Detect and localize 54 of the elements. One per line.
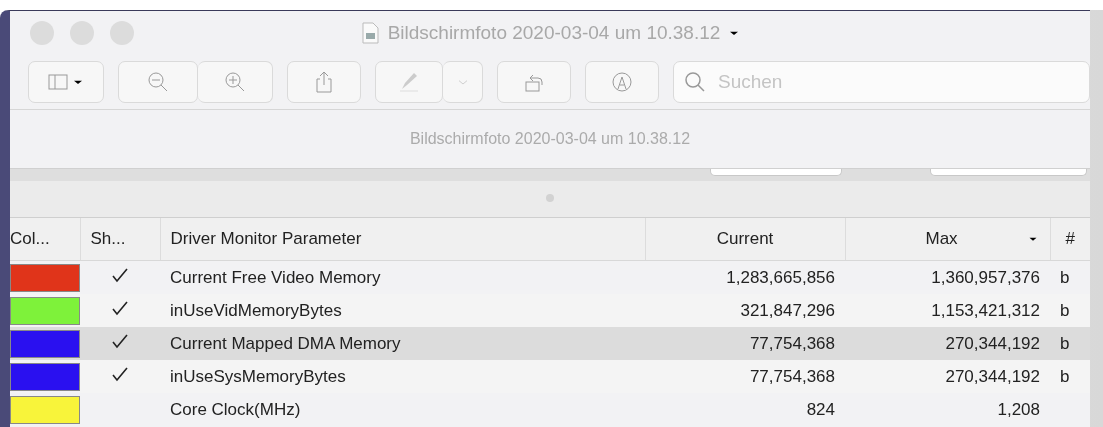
table-cell-text: 1,208 <box>996 398 1041 421</box>
document-title: Bildschirmfoto 2020-03-04 um 10.38.12 <box>409 130 691 148</box>
pen-tip-icon <box>610 70 634 94</box>
color-swatch[interactable] <box>10 296 80 325</box>
unit-label: b <box>1060 300 1070 320</box>
table-row[interactable]: inUseSysMemoryBytes 77,754,368 270,344,192 b <box>10 360 1090 393</box>
zoom-out-icon <box>146 70 170 94</box>
zoom-in-icon <box>223 70 247 94</box>
unit-label: b <box>1060 333 1070 353</box>
column-header[interactable]: Max <box>845 218 1050 261</box>
column-header[interactable]: Sh... <box>80 218 160 261</box>
unit-label: b <box>1060 267 1070 287</box>
table-cell: Current Free Video Memory <box>160 260 645 294</box>
column-header[interactable]: # <box>1050 218 1090 261</box>
check-icon[interactable] <box>111 366 129 382</box>
color-swatch[interactable] <box>10 362 80 391</box>
table-row[interactable]: Current Mapped DMA Memory 77,754,368 270,344,192 b <box>10 327 1090 360</box>
search-icon <box>683 70 707 94</box>
color-swatch[interactable] <box>10 329 80 358</box>
check-icon[interactable] <box>111 267 129 283</box>
check-icon[interactable] <box>111 333 129 349</box>
share-button[interactable] <box>287 61 361 103</box>
partial-button[interactable] <box>930 169 1087 176</box>
rotate-button[interactable] <box>497 61 571 103</box>
unit-label: b <box>1060 366 1070 386</box>
sidebar-button[interactable] <box>28 61 104 103</box>
column-header[interactable]: Current <box>645 218 845 261</box>
check-icon[interactable] <box>111 300 129 316</box>
table-row[interactable]: Core Clock(MHz) 824 1,208 <box>10 393 1090 426</box>
zoom-out-button[interactable] <box>118 61 198 103</box>
table-row[interactable]: Current Free Video Memory 1,283,665,856 1,360,957,376 b <box>10 260 1090 294</box>
table-cell: Current Mapped DMA Memory <box>160 327 645 360</box>
table-cell: 1,360,957,376 <box>845 260 1050 294</box>
partial-button[interactable] <box>710 169 842 176</box>
table-row[interactable]: inUseVidMemoryBytes 321,847,296 1,153,421,312 b <box>10 294 1090 327</box>
markup-menu-button[interactable] <box>443 61 483 103</box>
table-cell: 1,283,665,856 <box>645 260 845 294</box>
column-header[interactable]: Driver Monitor Parameter <box>160 218 645 261</box>
table-cell: 77,754,368 <box>645 327 845 360</box>
table-cell-text: 824 <box>805 398 836 421</box>
window-control-button[interactable] <box>110 21 134 45</box>
color-swatch[interactable] <box>10 395 80 424</box>
window-control-button[interactable] <box>70 21 94 45</box>
table-cell: 270,344,192 <box>845 327 1050 360</box>
pen-icon <box>397 70 421 94</box>
window-title: Bildschirmfoto 2020-03-04 um 10.38.12 <box>387 22 721 44</box>
color-swatch[interactable] <box>10 263 80 292</box>
markup-button[interactable] <box>375 61 443 103</box>
window-control-button[interactable] <box>30 21 54 45</box>
splitter-handle[interactable] <box>546 194 554 202</box>
table-cell-text: Core Clock(MHz) <box>169 398 302 421</box>
zoom-in-button[interactable] <box>198 61 273 103</box>
annotate-button[interactable] <box>585 61 659 103</box>
column-header[interactable]: Col... <box>10 218 80 261</box>
